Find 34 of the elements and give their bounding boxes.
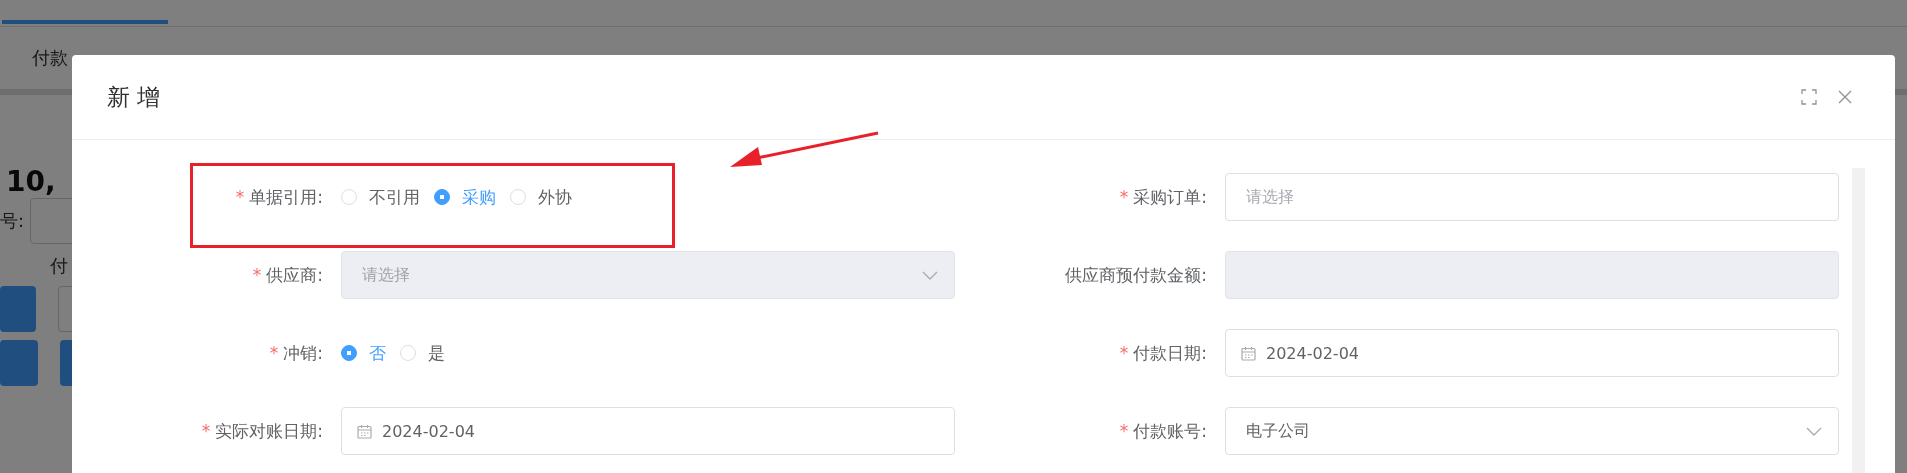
field-label: 付款账号: <box>1133 419 1207 443</box>
required-mark: * <box>201 421 211 441</box>
chevron-down-icon <box>922 271 938 281</box>
field-label: 供应商: <box>266 263 323 287</box>
radio-option[interactable]: 是 <box>400 341 445 365</box>
field-label: 付款日期: <box>1133 341 1207 365</box>
chevron-down-icon <box>1806 427 1822 437</box>
required-mark: * <box>269 343 279 363</box>
calendar-icon <box>1241 345 1256 361</box>
dialog-title: 新 增 <box>107 82 161 112</box>
radio-option[interactable]: 不引用 <box>341 185 420 209</box>
field-label: 冲销: <box>283 341 323 365</box>
date-field[interactable]: 2024-02-04 <box>1225 329 1839 377</box>
radio-button[interactable] <box>341 345 357 361</box>
required-mark: * <box>1119 421 1129 441</box>
required-mark: * <box>252 265 262 285</box>
field-label: 号: <box>0 209 25 233</box>
field-label: 付 <box>50 254 68 278</box>
field-label: 单据引用: <box>249 185 323 209</box>
fullscreen-icon[interactable] <box>1801 89 1817 105</box>
field-label: 采购订单: <box>1133 185 1207 209</box>
required-mark: * <box>1119 187 1129 207</box>
total-amount: 10, <box>6 165 56 198</box>
required-mark: * <box>1119 343 1129 363</box>
radio-button[interactable] <box>434 189 450 205</box>
date-field[interactable]: 2024-02-04 <box>341 407 955 455</box>
field-label: 供应商预付款金额: <box>1065 263 1207 287</box>
tab-label[interactable]: 付款 <box>32 46 68 70</box>
calendar-icon <box>357 423 372 439</box>
select-field[interactable]: 电子公司 <box>1225 407 1839 455</box>
field-label: 实际对账日期: <box>215 419 323 443</box>
close-icon[interactable] <box>1837 89 1853 105</box>
radio-option[interactable]: 外协 <box>510 185 572 209</box>
required-mark: * <box>235 187 245 207</box>
